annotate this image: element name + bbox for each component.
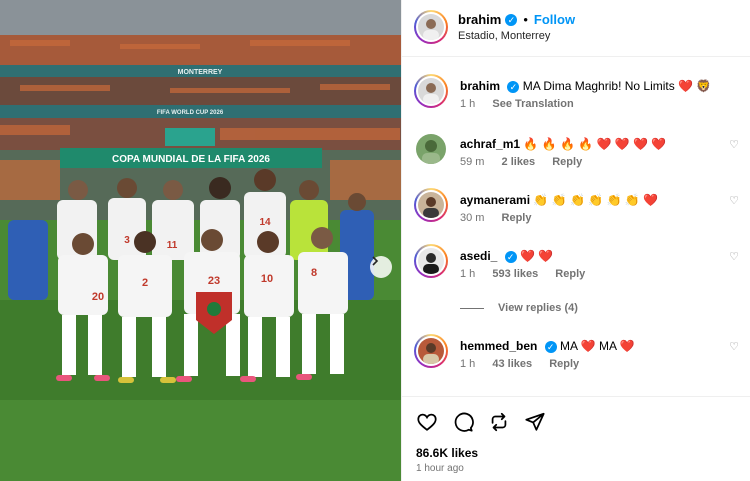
comment-button[interactable] bbox=[452, 411, 474, 433]
caption-text: MA Dima Maghrib! No Limits ❤️ 🦁 bbox=[522, 79, 712, 93]
separator-dot: • bbox=[523, 12, 528, 27]
comment-username[interactable]: aymanerami bbox=[460, 193, 530, 207]
chevron-right-icon bbox=[372, 256, 379, 266]
comment-text-line: achraf_m1 🔥 🔥 🔥 🔥 ❤️ ❤️ ❤️ ❤️ bbox=[460, 136, 666, 152]
comment-like-heart-icon[interactable]: ♡ bbox=[729, 194, 739, 207]
jersey-number: 14 bbox=[259, 217, 271, 228]
author-avatar[interactable] bbox=[414, 10, 448, 44]
comment-text-line: aymanerami 👏 👏 👏 👏 👏 👏 ❤️ bbox=[460, 192, 658, 208]
post-header: brahim ✓ • Follow Estadio, Monterrey bbox=[402, 0, 750, 57]
post-location[interactable]: Estadio, Monterrey bbox=[458, 30, 550, 42]
post-time[interactable]: 1 hour ago bbox=[416, 463, 464, 474]
caption-avatar[interactable] bbox=[414, 74, 448, 108]
comments-list[interactable]: brahim ✓ MA Dima Maghrib! No Limits ❤️ 🦁… bbox=[402, 58, 750, 396]
comment-meta: 59 m 2 likes Reply bbox=[460, 156, 596, 168]
post-details-panel: brahim ✓ • Follow Estadio, Monterrey bra… bbox=[401, 0, 750, 481]
author-line: brahim ✓ • Follow bbox=[458, 12, 575, 27]
comment-text: 👏 👏 👏 👏 👏 👏 ❤️ bbox=[533, 193, 658, 207]
comment-time[interactable]: 59 m bbox=[460, 156, 484, 168]
verified-badge-icon: ✓ bbox=[505, 13, 518, 26]
commenter-avatar[interactable] bbox=[414, 244, 448, 278]
replies-divider-line bbox=[460, 307, 484, 309]
comment-likes[interactable]: 2 likes bbox=[502, 156, 536, 168]
comment-text: MA ❤️ MA ❤️ bbox=[560, 339, 635, 353]
stand-ribbon-text: FIFA WORLD CUP 2026 bbox=[157, 110, 224, 116]
heart-icon bbox=[417, 413, 437, 431]
comment-username[interactable]: asedi_ bbox=[460, 249, 497, 263]
follow-button[interactable]: Follow bbox=[534, 12, 575, 27]
comment-likes[interactable]: 593 likes bbox=[492, 268, 538, 280]
comment-username[interactable]: achraf_m1 bbox=[460, 137, 520, 151]
comment-username[interactable]: hemmed_ben bbox=[460, 339, 537, 353]
comment-meta: 1 h 593 likes Reply bbox=[460, 268, 599, 280]
comment-like-heart-icon[interactable]: ♡ bbox=[729, 340, 739, 353]
post-photo[interactable]: MONTERREY FIFA WORLD CUP 2026 COPA MUNDI… bbox=[0, 0, 401, 481]
verified-badge-icon: ✓ bbox=[507, 81, 520, 93]
comment-like-heart-icon[interactable]: ♡ bbox=[729, 250, 739, 263]
comment-icon bbox=[454, 412, 474, 432]
caption-username[interactable]: brahim bbox=[460, 79, 500, 93]
comment-likes[interactable]: 43 likes bbox=[492, 358, 532, 370]
team-photo-illustration: MONTERREY FIFA WORLD CUP 2026 COPA MUNDI… bbox=[0, 0, 401, 481]
likes-count[interactable]: 86.6K likes bbox=[416, 446, 478, 460]
jersey-number: 23 bbox=[208, 275, 220, 287]
avatar-image bbox=[418, 192, 444, 218]
next-photo-button[interactable] bbox=[370, 256, 392, 278]
comment-text-line: hemmed_ben ✓ MA ❤️ MA ❤️ bbox=[460, 338, 635, 354]
jersey-number: 20 bbox=[92, 291, 104, 303]
post-actions-bar: 86.6K likes 1 hour ago bbox=[402, 396, 750, 481]
view-replies-label: View replies (4) bbox=[498, 302, 578, 314]
verified-badge-icon: ✓ bbox=[544, 341, 557, 353]
like-button[interactable] bbox=[416, 411, 438, 433]
repost-icon bbox=[491, 412, 507, 432]
avatar-image bbox=[418, 248, 444, 274]
comment-text: ❤️ ❤️ bbox=[520, 249, 554, 263]
author-username[interactable]: brahim bbox=[458, 12, 501, 27]
fifa-banner-text: COPA MUNDIAL DE LA FIFA 2026 bbox=[112, 154, 270, 165]
comment-text: 🔥 🔥 🔥 🔥 ❤️ ❤️ ❤️ ❤️ bbox=[523, 137, 667, 151]
see-translation-button[interactable]: See Translation bbox=[492, 98, 573, 110]
comment-meta: 30 m Reply bbox=[460, 212, 546, 224]
comment-time[interactable]: 1 h bbox=[460, 358, 475, 370]
share-icon bbox=[525, 412, 545, 431]
share-button[interactable] bbox=[524, 411, 546, 433]
jersey-number: 11 bbox=[167, 240, 178, 251]
jersey-number: 3 bbox=[124, 235, 130, 246]
jersey-number: 10 bbox=[261, 273, 273, 285]
caption-time[interactable]: 1 h bbox=[460, 98, 475, 110]
avatar-image bbox=[418, 78, 444, 104]
caption-meta: 1 h See Translation bbox=[460, 98, 588, 110]
reply-button[interactable]: Reply bbox=[552, 156, 582, 168]
reply-button[interactable]: Reply bbox=[502, 212, 532, 224]
verified-badge-icon: ✓ bbox=[504, 251, 517, 263]
comment-meta: 1 h 43 likes Reply bbox=[460, 358, 593, 370]
jersey-number: 2 bbox=[142, 277, 148, 289]
commenter-avatar[interactable] bbox=[414, 188, 448, 222]
reply-button[interactable]: Reply bbox=[555, 268, 585, 280]
avatar-image bbox=[418, 338, 444, 364]
caption-text-line: brahim ✓ MA Dima Maghrib! No Limits ❤️ 🦁 bbox=[460, 78, 711, 94]
commenter-avatar[interactable] bbox=[416, 134, 446, 164]
action-icons bbox=[416, 411, 560, 433]
jersey-number: 8 bbox=[311, 267, 317, 279]
commenter-avatar[interactable] bbox=[414, 334, 448, 368]
reply-button[interactable]: Reply bbox=[549, 358, 579, 370]
repost-button[interactable] bbox=[488, 411, 510, 433]
comment-like-heart-icon[interactable]: ♡ bbox=[729, 138, 739, 151]
avatar-image bbox=[418, 14, 444, 40]
comment-time[interactable]: 30 m bbox=[460, 212, 484, 224]
avatar-image bbox=[416, 134, 446, 164]
comment-text-line: asedi_ ✓ ❤️ ❤️ bbox=[460, 248, 553, 264]
comment-time[interactable]: 1 h bbox=[460, 268, 475, 280]
stand-banner-text: MONTERREY bbox=[178, 69, 223, 76]
view-replies-button[interactable]: View replies (4) bbox=[460, 302, 578, 314]
